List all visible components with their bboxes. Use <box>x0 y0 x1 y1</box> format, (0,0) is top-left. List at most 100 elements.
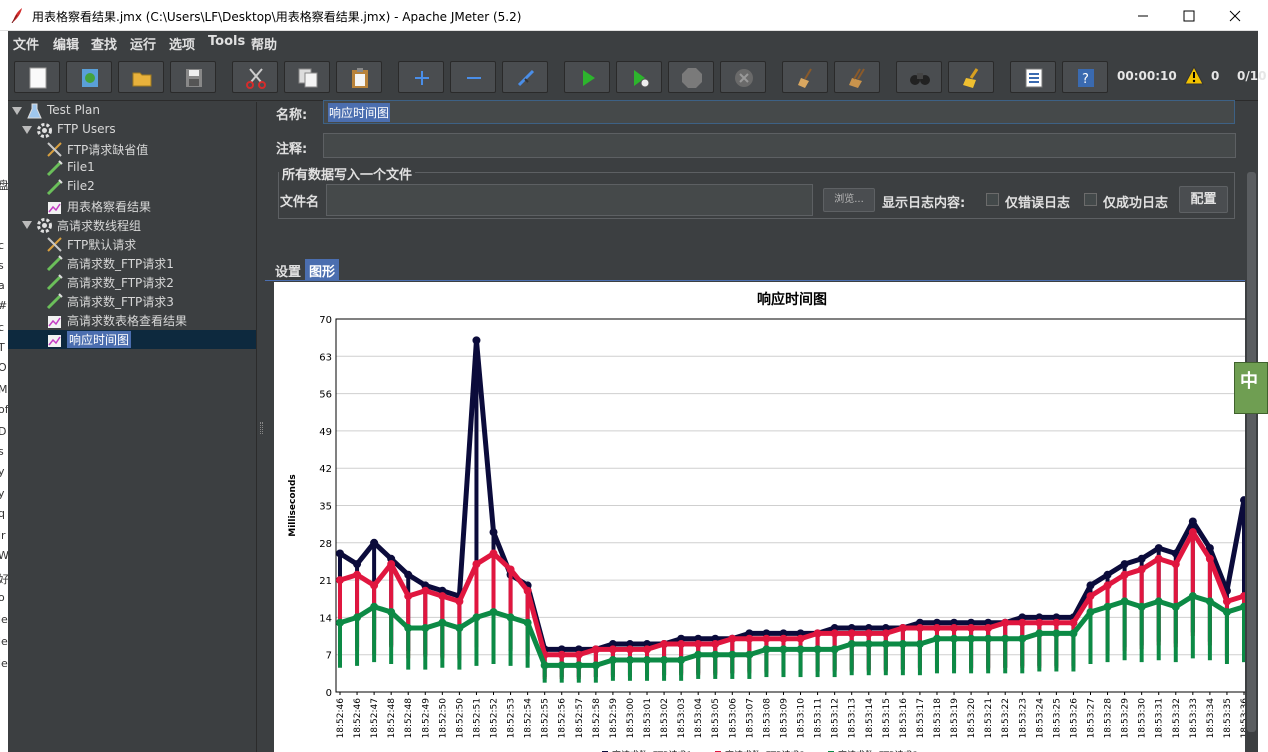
tree-item[interactable]: 高请求数_FTP请求2 <box>8 273 256 292</box>
x-tick-label: 18:53:34 <box>1206 698 1216 739</box>
menu-help[interactable]: 帮助 <box>251 34 277 53</box>
menu-bar: 文件 编辑 查找 运行 选项 Tools 帮助 <box>8 31 1258 53</box>
y-tick-label: 56 <box>319 390 332 401</box>
menu-edit[interactable]: 编辑 <box>53 34 79 53</box>
sampler-icon <box>46 274 63 291</box>
search-button[interactable] <box>896 61 942 93</box>
x-tick-label: 18:52:48 <box>387 698 397 739</box>
reset-search-button[interactable] <box>948 61 994 93</box>
tree-item-label: FTP Users <box>57 122 116 136</box>
x-tick-label: 18:53:20 <box>967 698 977 739</box>
filename-label: 文件名 <box>280 195 320 210</box>
close-button[interactable] <box>1212 0 1258 31</box>
warning-icon[interactable] <box>1184 66 1204 86</box>
start-no-pauses-button[interactable] <box>616 61 662 93</box>
tree-item-label: 高请求数_FTP请求2 <box>67 276 174 290</box>
comment-field[interactable] <box>323 133 1236 158</box>
x-tick-label: 18:53:24 <box>1035 698 1045 739</box>
x-tick-label: 18:53:05 <box>711 698 721 738</box>
tree-item[interactable]: 高请求数_FTP请求1 <box>8 254 256 273</box>
tree-item[interactable]: 高请求数线程组 <box>8 216 256 235</box>
menu-run[interactable]: 运行 <box>130 34 156 53</box>
new-icon <box>29 67 47 89</box>
cut-icon <box>246 68 266 89</box>
y-tick-label: 35 <box>319 502 332 513</box>
listener-panel: 名称: 响应时间图 注释: 所有数据写入一个文件 文件名 浏览... 显示日志内… <box>265 100 1258 752</box>
configure-button[interactable]: 配置 <box>1179 186 1228 213</box>
expand-arrow-icon[interactable] <box>22 220 32 230</box>
errors-only-checkbox[interactable] <box>986 193 999 206</box>
scrollbar-thumb[interactable] <box>1247 172 1256 732</box>
save-button[interactable] <box>170 61 216 93</box>
open-button[interactable] <box>118 61 164 93</box>
x-tick-label: 18:53:01 <box>643 698 653 738</box>
tree-item-label: 高请求数线程组 <box>57 219 142 233</box>
paste-button[interactable] <box>336 61 382 93</box>
x-tick-label: 18:53:10 <box>797 698 807 739</box>
tree-item-label: 高请求数表格查看结果 <box>67 314 188 328</box>
tree-item[interactable]: FTP Users <box>8 121 256 140</box>
name-field[interactable]: 响应时间图 <box>323 100 1235 124</box>
listener-icon <box>48 335 61 347</box>
tree-item[interactable]: FTP请求缺省值 <box>8 140 256 159</box>
templates-button[interactable] <box>66 61 112 93</box>
split-pane-divider[interactable] <box>256 102 265 752</box>
success-only-checkbox[interactable] <box>1084 193 1097 206</box>
clear-button[interactable] <box>782 61 828 93</box>
menu-search[interactable]: 查找 <box>91 34 117 53</box>
tree-item-label: 高请求数_FTP请求1 <box>67 257 174 271</box>
tab-settings[interactable]: 设置 <box>271 259 305 280</box>
x-tick-label: 18:53:22 <box>1001 698 1011 738</box>
copy-button[interactable] <box>284 61 330 93</box>
tab-graph[interactable]: 图形 <box>305 259 340 280</box>
help-button[interactable]: ? <box>1062 61 1108 93</box>
menu-options[interactable]: 选项 <box>169 34 195 53</box>
minimize-button[interactable] <box>1120 0 1166 31</box>
x-tick-label: 18:52:46 <box>336 698 346 739</box>
x-tick-label: 18:52:59 <box>609 698 619 739</box>
wand-icon <box>517 69 535 87</box>
x-tick-label: 18:52:57 <box>575 698 585 738</box>
comment-label: 注释: <box>276 142 308 157</box>
maximize-button[interactable] <box>1166 0 1212 31</box>
filename-field[interactable] <box>326 184 813 216</box>
x-tick-label: 18:52:55 <box>541 698 551 738</box>
x-tick-label: 18:52:47 <box>370 698 380 738</box>
toggle-button[interactable] <box>502 61 548 93</box>
tree-item[interactable]: File2 <box>8 178 256 197</box>
svg-text:?: ? <box>1082 72 1089 87</box>
close-icon <box>1229 10 1241 22</box>
menu-file[interactable]: 文件 <box>13 34 39 53</box>
open-icon <box>132 72 152 87</box>
tree-item[interactable]: Test Plan <box>8 102 256 121</box>
chart-container: 响应时间图 0 7 14 21 28 35 42 49 56 63 70 Milliseconds 18:… <box>274 282 1253 752</box>
x-tick-label: 18:53:02 <box>660 698 670 738</box>
start-button[interactable] <box>564 61 610 93</box>
expand-arrow-icon[interactable] <box>22 125 32 135</box>
cut-button[interactable] <box>232 61 278 93</box>
tree-item[interactable]: FTP默认请求 <box>8 235 256 254</box>
browse-button[interactable]: 浏览... <box>823 188 875 212</box>
tree-item[interactable]: 用表格察看结果 <box>8 197 256 216</box>
function-helper-button[interactable] <box>1010 61 1056 93</box>
expand-all-button[interactable] <box>398 61 444 93</box>
broom-icon <box>798 68 812 88</box>
tree-item[interactable]: 响应时间图 <box>8 330 256 349</box>
splitter-grip[interactable] <box>260 422 263 434</box>
tree-item[interactable]: 高请求数表格查看结果 <box>8 311 256 330</box>
stop-button[interactable] <box>668 61 714 93</box>
listener-icon <box>48 316 61 328</box>
x-tick-label: 18:53:29 <box>1121 698 1131 739</box>
tree-item[interactable]: File1 <box>8 159 256 178</box>
shutdown-button[interactable] <box>720 61 766 93</box>
minus-icon <box>467 77 481 79</box>
new-button[interactable] <box>14 61 60 93</box>
tree-item[interactable]: 高请求数_FTP请求3 <box>8 292 256 311</box>
sampler-icon <box>46 179 63 196</box>
menu-tools[interactable]: Tools <box>208 34 245 49</box>
x-tick-label: 18:52:49 <box>421 698 431 739</box>
clear-all-button[interactable] <box>834 61 880 93</box>
collapse-all-button[interactable] <box>450 61 496 93</box>
ime-indicator[interactable]: 中 <box>1234 362 1268 414</box>
expand-arrow-icon[interactable] <box>12 106 22 116</box>
